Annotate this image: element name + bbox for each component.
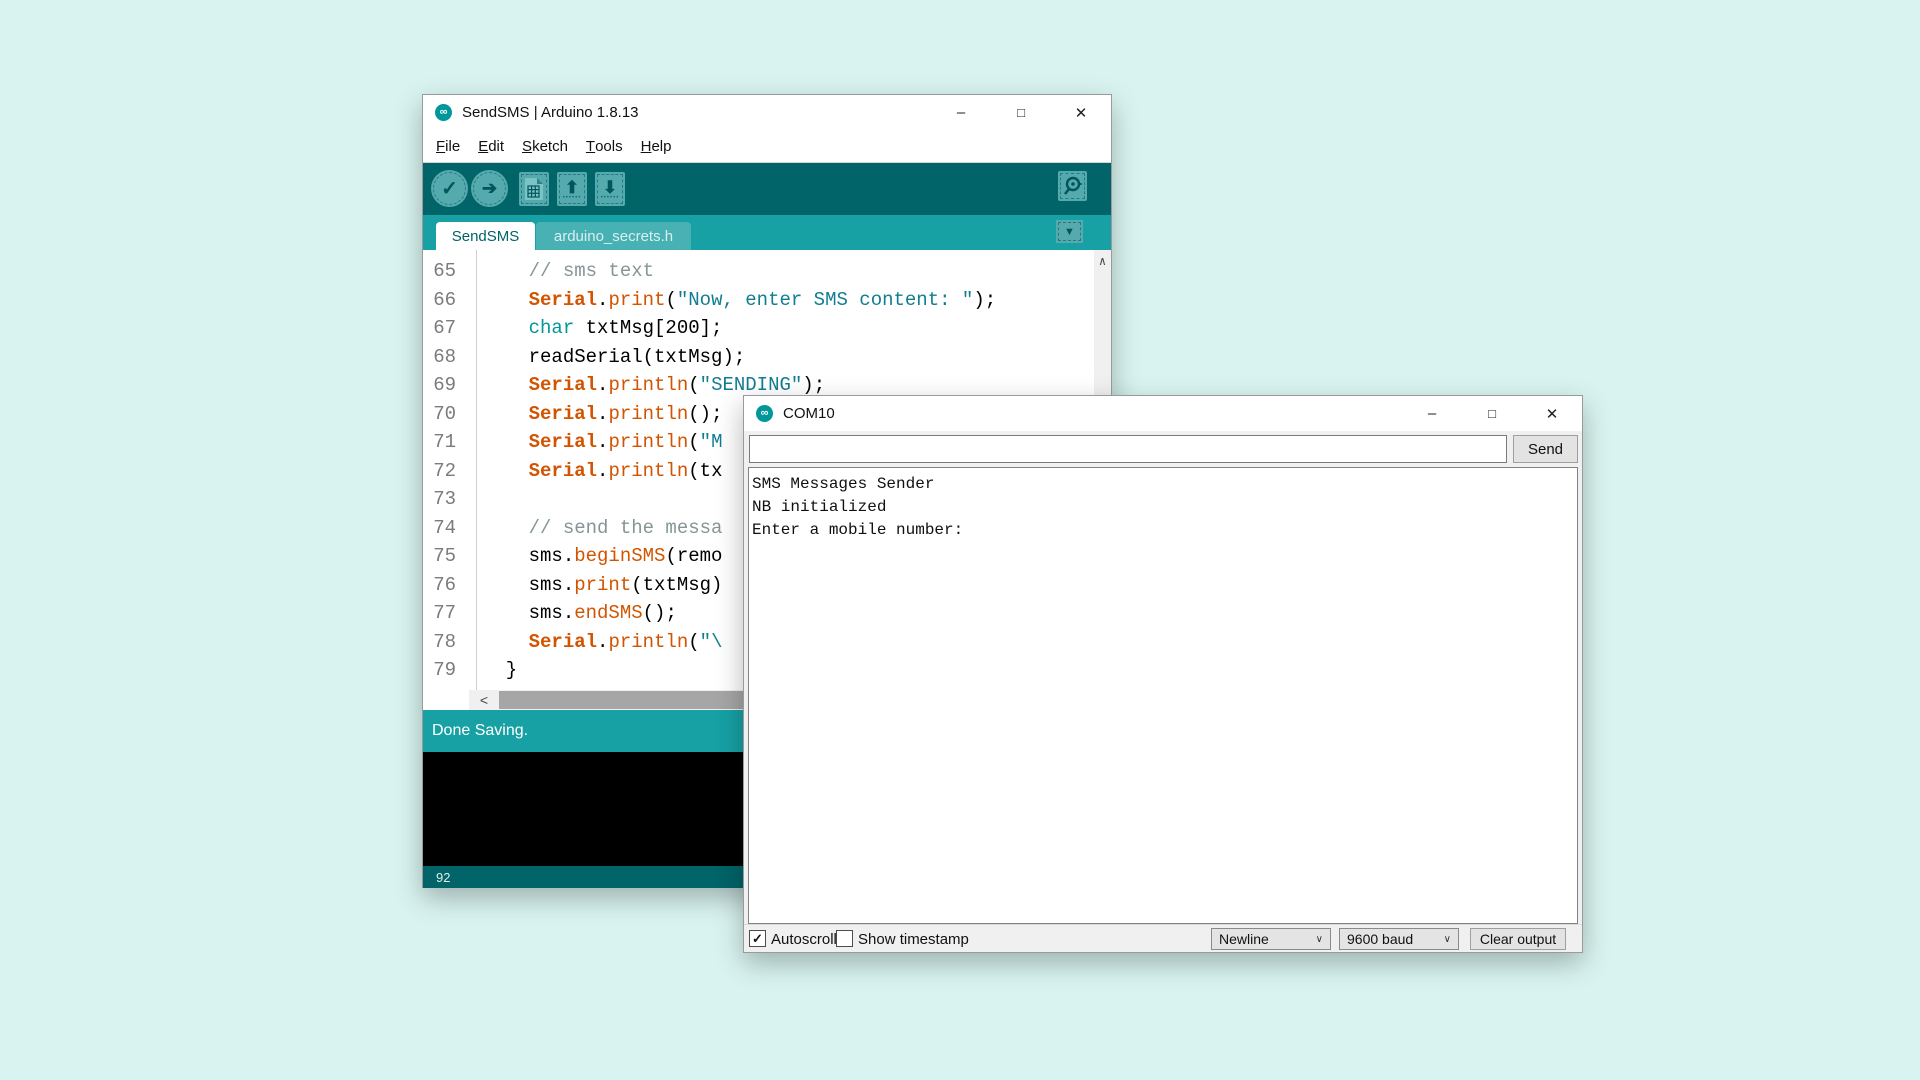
combo-chevron-icon: ∨	[1444, 934, 1451, 945]
serial-output-area: SMS Messages SenderNB initializedEnter a…	[748, 467, 1578, 924]
ide-tabbar: SendSMS arduino_secrets.h ▼	[423, 215, 1111, 250]
maximize-icon: □	[1017, 105, 1025, 120]
autoscroll-checkbox[interactable]: ✓	[749, 930, 766, 947]
line-number: 77	[423, 599, 466, 628]
clear-output-label: Clear output	[1480, 931, 1556, 947]
maximize-icon: □	[1488, 406, 1496, 421]
send-button-label: Send	[1528, 441, 1563, 458]
minimize-icon: –	[1428, 405, 1436, 422]
combo-chevron-icon: ∨	[1316, 934, 1323, 945]
upload-arrow-icon: ➔	[482, 178, 497, 199]
line-number: 70	[423, 400, 466, 429]
line-number: 67	[423, 314, 466, 343]
line-number: 73	[423, 485, 466, 514]
line-number: 65	[423, 257, 466, 286]
tab-sendsms-label: SendSMS	[452, 228, 520, 245]
serial-output-line: Enter a mobile number:	[752, 519, 1574, 542]
sm-close-button[interactable]: ✕	[1522, 396, 1582, 431]
arduino-logo-icon: ∞	[756, 405, 773, 422]
upload-button[interactable]: ➔	[471, 170, 508, 207]
tab-sendsms[interactable]: SendSMS	[436, 222, 535, 250]
open-button[interactable]: ⬆ ••••••	[557, 172, 587, 206]
autoscroll-label: Autoscroll	[771, 925, 837, 953]
baud-rate-select[interactable]: 9600 baud ∨	[1339, 928, 1459, 950]
tab-list-dropdown-button[interactable]: ▼	[1056, 220, 1083, 243]
sm-maximize-button[interactable]: □	[1462, 396, 1522, 431]
line-number: 79	[423, 656, 466, 685]
menu-file[interactable]: File	[427, 130, 469, 162]
menu-help[interactable]: Help	[632, 130, 681, 162]
line-number: 69	[423, 371, 466, 400]
line-number: 78	[423, 628, 466, 657]
menu-tools[interactable]: Tools	[577, 130, 632, 162]
code-line-67: 67 char txtMsg[200];	[423, 314, 1094, 343]
scroll-up-arrow-icon: ∧	[1094, 250, 1111, 269]
save-button[interactable]: ⬇ ••••••	[595, 172, 625, 206]
send-button[interactable]: Send	[1513, 435, 1578, 463]
menu-sketch[interactable]: Sketch	[513, 130, 577, 162]
new-document-icon	[524, 177, 544, 201]
save-down-arrow-icon: ⬇	[603, 179, 617, 196]
serial-monitor-magnifier-icon	[1062, 175, 1084, 197]
line-number: 76	[423, 571, 466, 600]
serial-monitor-title: COM10	[783, 405, 835, 422]
ide-maximize-button[interactable]: □	[991, 95, 1051, 130]
menu-edit[interactable]: Edit	[469, 130, 513, 162]
serial-monitor-titlebar[interactable]: ∞ COM10 – □ ✕	[744, 396, 1582, 431]
ide-menubar: FileEditSketchToolsHelp	[423, 130, 1111, 163]
close-icon: ✕	[1075, 104, 1088, 122]
line-ending-value: Newline	[1219, 931, 1269, 947]
tab-arduino-secrets[interactable]: arduino_secrets.h	[536, 222, 691, 250]
scroll-left-arrow-icon: <	[473, 690, 495, 710]
verify-check-icon: ✓	[441, 176, 458, 201]
open-dots: ••••••	[563, 196, 582, 200]
ide-minimize-button[interactable]: –	[931, 95, 991, 130]
status-message: Done Saving.	[432, 722, 528, 740]
line-number: 71	[423, 428, 466, 457]
ide-close-button[interactable]: ✕	[1051, 95, 1111, 130]
close-icon: ✕	[1546, 405, 1559, 423]
line-number: 75	[423, 542, 466, 571]
save-dots: ••••••	[601, 196, 620, 200]
line-number: 68	[423, 343, 466, 372]
line-ending-select[interactable]: Newline ∨	[1211, 928, 1331, 950]
ide-titlebar[interactable]: ∞ SendSMS | Arduino 1.8.13 – □ ✕	[423, 95, 1111, 130]
clear-output-button[interactable]: Clear output	[1470, 928, 1566, 950]
code-line-65: 65 // sms text	[423, 257, 1094, 286]
show-timestamp-checkbox[interactable]	[836, 930, 853, 947]
line-number: 74	[423, 514, 466, 543]
minimize-icon: –	[957, 104, 965, 121]
code-line-66: 66 Serial.print("Now, enter SMS content:…	[423, 286, 1094, 315]
arduino-logo-icon: ∞	[435, 104, 452, 121]
baud-rate-value: 9600 baud	[1347, 931, 1413, 947]
ide-window-title: SendSMS | Arduino 1.8.13	[462, 104, 639, 121]
code-line-68: 68 readSerial(txtMsg);	[423, 343, 1094, 372]
serial-send-input[interactable]	[749, 435, 1507, 463]
tab-arduino-secrets-label: arduino_secrets.h	[554, 228, 673, 245]
serial-output-line: NB initialized	[752, 496, 1574, 519]
sm-minimize-button[interactable]: –	[1402, 396, 1462, 431]
open-up-arrow-icon: ⬆	[565, 179, 579, 196]
line-number: 72	[423, 457, 466, 486]
serial-output-line: SMS Messages Sender	[752, 473, 1574, 496]
chevron-down-icon: ▼	[1064, 226, 1075, 238]
serial-monitor-bottom-bar: ✓ Autoscroll Show timestamp Newline ∨ 96…	[744, 924, 1582, 952]
new-sketch-button[interactable]	[519, 172, 549, 206]
serial-monitor-window: ∞ COM10 – □ ✕ Send SMS Messages SenderNB…	[743, 395, 1583, 953]
show-timestamp-label: Show timestamp	[858, 925, 969, 953]
line-number: 66	[423, 286, 466, 315]
current-line-number: 92	[436, 870, 450, 885]
ide-toolbar: ✓ ➔ ⬆ •••••• ⬇ ••••••	[423, 163, 1111, 215]
serial-monitor-button[interactable]	[1058, 171, 1087, 201]
verify-button[interactable]: ✓	[431, 170, 468, 207]
